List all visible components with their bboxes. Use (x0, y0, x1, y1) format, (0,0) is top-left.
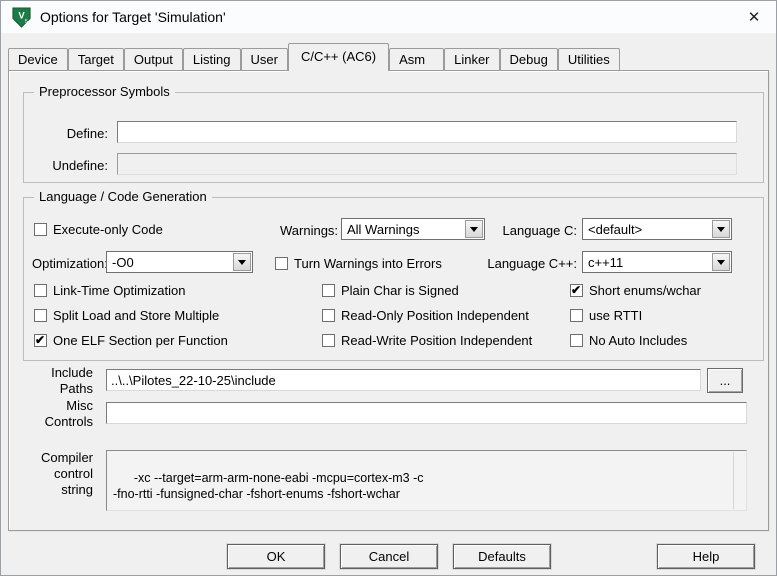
tab-device[interactable]: Device (8, 48, 68, 70)
checkbox-box (322, 309, 335, 322)
checkbox-box (570, 309, 583, 322)
cancel-button[interactable]: Cancel (340, 544, 438, 569)
titlebar: V 5 Options for Target 'Simulation' ✕ (1, 1, 776, 33)
undefine-input (117, 153, 737, 175)
checkbox-box (570, 334, 583, 347)
undefine-label: Undefine: (34, 158, 108, 174)
checkbox-box (34, 284, 47, 297)
compiler-control-string-label: Compiler control string (29, 450, 93, 498)
tab-asm[interactable]: Asm (389, 48, 444, 70)
tab-listing[interactable]: Listing (183, 48, 241, 70)
checkbox-plain-char-is-signed[interactable]: Plain Char is Signed (322, 282, 459, 298)
checkbox-box (275, 257, 288, 270)
checkbox-read-write-position-independent[interactable]: Read-Write Position Independent (322, 332, 532, 348)
dropdown-arrow-icon[interactable] (712, 253, 730, 271)
checkbox-link-time-optimization[interactable]: Link-Time Optimization (34, 282, 185, 298)
help-button[interactable]: Help (657, 544, 755, 569)
define-label: Define: (42, 126, 108, 142)
warnings-label: Warnings: (280, 223, 338, 239)
checkbox-box: ✔ (34, 334, 47, 347)
checkbox-turn-warnings-into-errors[interactable]: Turn Warnings into Errors (275, 255, 442, 271)
checkbox-box: ✔ (570, 284, 583, 297)
checkbox-use-rtti[interactable]: use RTTI (570, 307, 642, 323)
close-icon[interactable]: ✕ (732, 1, 776, 33)
misc-controls-input[interactable] (106, 402, 747, 424)
optimization-label: Optimization: (32, 256, 108, 272)
tab-bar: Device Target Output Listing User C/C++ … (8, 43, 620, 70)
compiler-control-string-text: -xc --target=arm-arm-none-eabi -mcpu=cor… (113, 471, 424, 501)
tab-debug[interactable]: Debug (500, 48, 558, 70)
dropdown-arrow-icon[interactable] (233, 253, 251, 271)
misc-controls-label: Misc Controls (29, 398, 93, 430)
window-title: Options for Target 'Simulation' (40, 9, 226, 25)
preprocessor-symbols-legend: Preprocessor Symbols (34, 84, 175, 100)
optimization-dropdown[interactable]: -O0 (106, 251, 253, 273)
tab-linker[interactable]: Linker (444, 48, 499, 70)
tab-output[interactable]: Output (124, 48, 183, 70)
checkbox-short-enums-wchar[interactable]: ✔ Short enums/wchar (570, 282, 701, 298)
compiler-control-string-box: -xc --target=arm-arm-none-eabi -mcpu=cor… (106, 450, 747, 511)
tab-target[interactable]: Target (68, 48, 124, 70)
language-cpp-label: Language C++: (424, 256, 577, 272)
checkbox-box (322, 334, 335, 347)
defaults-button[interactable]: Defaults (453, 544, 551, 569)
include-paths-input[interactable] (106, 369, 701, 391)
checkbox-read-only-position-independent[interactable]: Read-Only Position Independent (322, 307, 529, 323)
checkbox-no-auto-includes[interactable]: No Auto Includes (570, 332, 687, 348)
tab-user[interactable]: User (241, 48, 288, 70)
svg-text:5: 5 (25, 19, 28, 25)
checkbox-one-elf-section-per-function[interactable]: ✔ One ELF Section per Function (34, 332, 228, 348)
preprocessor-symbols-group: Preprocessor Symbols Define: Undefine: (23, 92, 764, 183)
compiler-scrollbar-strip (733, 452, 745, 509)
language-cpp-dropdown[interactable]: c++11 (582, 251, 732, 273)
include-paths-browse-button[interactable]: ... (707, 368, 743, 393)
checkbox-box (322, 284, 335, 297)
uvision-app-icon: V 5 (11, 7, 32, 28)
options-dialog: V 5 Options for Target 'Simulation' ✕ De… (0, 0, 777, 576)
tab-page: Preprocessor Symbols Define: Undefine: L… (8, 70, 769, 531)
checkbox-split-load-store-multiple[interactable]: Split Load and Store Multiple (34, 307, 219, 323)
language-code-generation-legend: Language / Code Generation (34, 189, 212, 205)
include-paths-label: Include Paths (29, 365, 93, 397)
ok-button[interactable]: OK (227, 544, 325, 569)
tab-utilities[interactable]: Utilities (558, 48, 620, 70)
checkbox-execute-only-code[interactable]: Execute-only Code (34, 221, 163, 237)
dropdown-arrow-icon[interactable] (712, 220, 730, 238)
define-input[interactable] (117, 121, 737, 143)
checkbox-box (34, 309, 47, 322)
checkbox-box (34, 223, 47, 236)
language-c-label: Language C: (424, 223, 577, 239)
language-c-dropdown[interactable]: <default> (582, 218, 732, 240)
tab-cpp-ac6[interactable]: C/C++ (AC6) (288, 43, 389, 71)
language-code-generation-group: Language / Code Generation Execute-only … (23, 197, 764, 361)
